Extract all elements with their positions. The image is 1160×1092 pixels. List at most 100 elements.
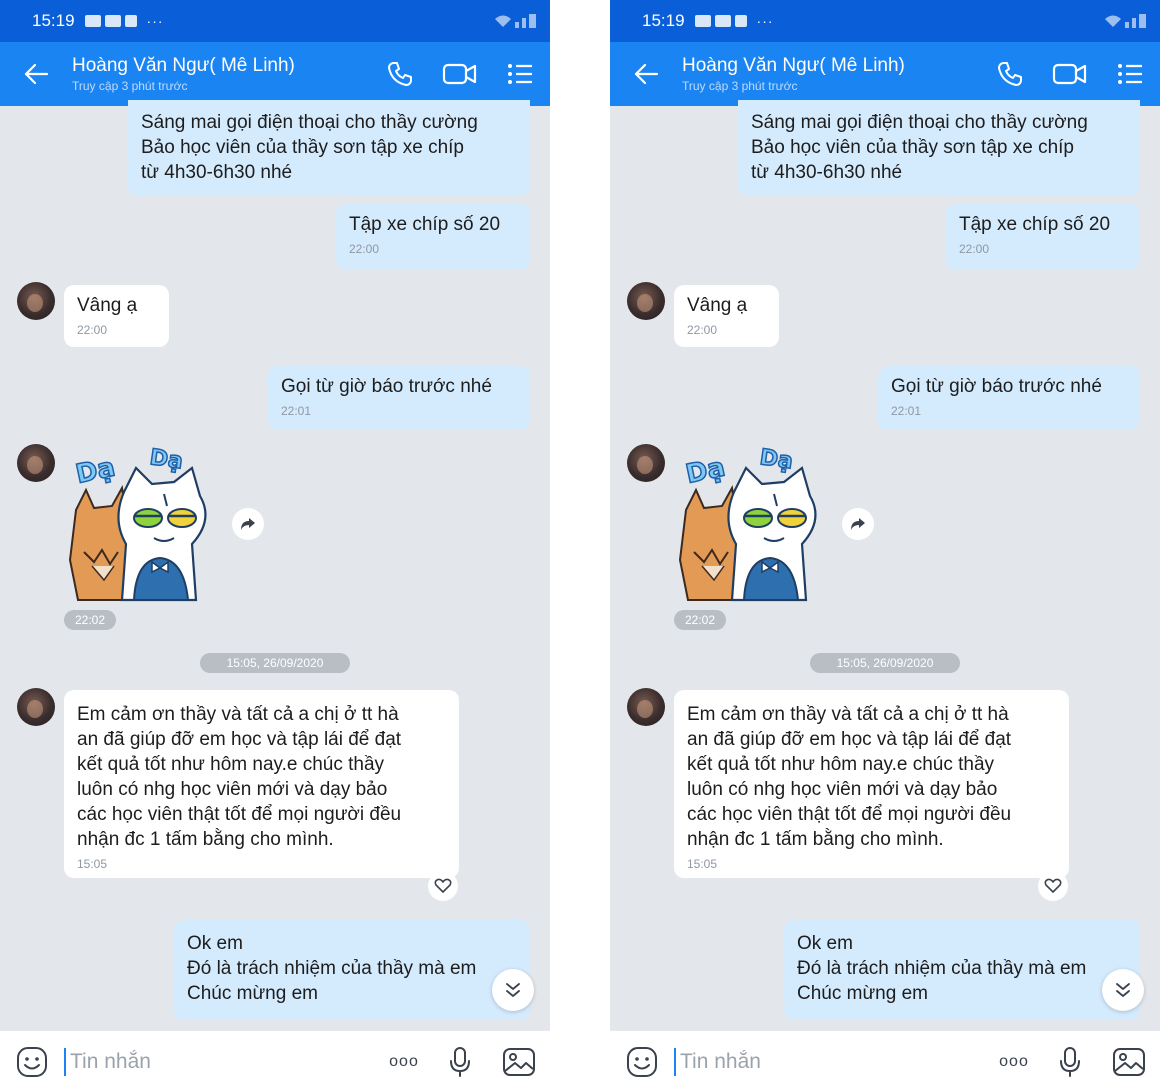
outgoing-message[interactable]: Gọi từ giờ báo trước nhé 22:01 [268, 366, 530, 430]
notification-icons: ··· [694, 13, 774, 29]
last-seen-status: Truy cập 3 phút trước [72, 79, 188, 93]
back-button[interactable] [610, 42, 682, 106]
back-button[interactable] [0, 42, 72, 106]
incoming-message[interactable]: Em cảm ơn thầy và tất cả a chị ở tt hà a… [674, 690, 1069, 878]
message-input[interactable] [64, 1047, 376, 1076]
image-icon [1113, 1047, 1145, 1076]
battery-icon [529, 14, 536, 28]
smiley-icon [17, 1046, 47, 1077]
smiley-icon [627, 1046, 657, 1077]
message-time: 22:01 [891, 404, 922, 418]
sticker-message[interactable]: Dạ Dạ [674, 440, 834, 608]
scroll-to-bottom-button[interactable] [1102, 969, 1144, 1011]
outgoing-message[interactable]: Gọi từ giờ báo trước nhé 22:01 [878, 366, 1140, 430]
message-line: Em cảm ơn thầy và tất cả a chị ở tt hà [687, 704, 1009, 725]
image-picker-button[interactable] [1098, 1031, 1160, 1092]
video-camera-icon [442, 63, 477, 85]
contact-avatar[interactable] [627, 688, 665, 726]
message-line: Đó là trách nhiệm của thầy mà em [187, 958, 477, 979]
notification-icons: ··· [84, 13, 164, 29]
signal-battery-icons [494, 14, 536, 28]
emoji-button[interactable] [0, 1031, 64, 1092]
message-line: các học viên thật tốt để mọi người đều [77, 804, 402, 825]
contact-avatar[interactable] [17, 444, 55, 482]
more-options-button[interactable]: ooo [376, 1031, 432, 1092]
message-text: Tập xe chíp số 20 [959, 214, 1111, 235]
contact-avatar[interactable] [17, 688, 55, 726]
video-camera-icon [1052, 63, 1087, 85]
more-dots-icon: ooo [389, 1052, 419, 1070]
scroll-to-bottom-button[interactable] [492, 969, 534, 1011]
sticker-label: Dạ [148, 445, 184, 474]
more-dots-icon: ooo [999, 1052, 1029, 1070]
incoming-message[interactable]: Vâng ạ 22:00 [674, 285, 779, 347]
outgoing-message[interactable]: Sáng mai gọi điện thoại cho thầy cường B… [738, 100, 1140, 196]
sticker-message[interactable]: Dạ Dạ [64, 440, 224, 608]
message-line: Ok em [187, 933, 243, 954]
share-button[interactable] [232, 508, 264, 540]
last-seen-status: Truy cập 3 phút trước [682, 79, 798, 93]
message-line: Em cảm ơn thầy và tất cả a chị ở tt hà [77, 704, 399, 725]
image-picker-button[interactable] [488, 1031, 550, 1092]
contact-avatar[interactable] [627, 282, 665, 320]
voice-record-button[interactable] [432, 1031, 488, 1092]
outgoing-message[interactable]: Ok em Đó là trách nhiệm của thầy mà em C… [784, 920, 1140, 1020]
outgoing-message[interactable]: Tập xe chíp số 20 22:00 [946, 204, 1140, 270]
share-arrow-icon [851, 518, 865, 530]
contact-name: Hoàng Văn Ngư( Mê Linh) [682, 55, 905, 76]
microphone-icon [450, 1046, 470, 1077]
sticker-label: Dạ [758, 445, 794, 474]
message-line: Bảo học viên của thầy sơn tập xe chíp [141, 137, 464, 158]
incoming-message[interactable]: Vâng ạ 22:00 [64, 285, 169, 347]
list-menu-icon [1118, 64, 1142, 84]
status-time: 15:19 [642, 11, 685, 30]
image-icon [503, 1047, 535, 1076]
facebook-icon [124, 15, 137, 27]
message-time: 22:00 [349, 242, 380, 256]
more-notifications-icon: ··· [146, 13, 164, 29]
message-notification-icon [84, 15, 101, 27]
more-options-button[interactable]: ooo [986, 1031, 1042, 1092]
emoji-button[interactable] [610, 1031, 674, 1092]
outgoing-message[interactable]: Tập xe chíp số 20 22:00 [336, 204, 530, 270]
contact-avatar[interactable] [627, 444, 665, 482]
status-time: 15:19 [32, 11, 75, 30]
wifi-icon [1105, 15, 1121, 27]
message-line: từ 4h30-6h30 nhé [141, 162, 293, 183]
react-button[interactable] [1038, 871, 1068, 901]
outgoing-message[interactable]: Ok em Đó là trách nhiệm của thầy mà em C… [174, 920, 530, 1020]
menu-button[interactable] [490, 42, 550, 106]
double-chevron-down-icon [1116, 983, 1130, 997]
message-input[interactable] [674, 1047, 986, 1076]
signal-icon [522, 18, 526, 28]
contact-info[interactable]: Hoàng Văn Ngư( Mê Linh) Truy cập 3 phút … [72, 55, 370, 93]
message-time-pill: 22:02 [64, 610, 116, 630]
message-line: Bảo học viên của thầy sơn tập xe chíp [751, 137, 1074, 158]
more-notifications-icon: ··· [756, 13, 774, 29]
call-button[interactable] [370, 42, 430, 106]
wifi-icon [495, 15, 511, 27]
message-text: Vâng ạ [687, 295, 748, 316]
incoming-message[interactable]: Em cảm ơn thầy và tất cả a chị ở tt hà a… [64, 690, 459, 878]
share-arrow-icon [241, 518, 255, 530]
contact-avatar[interactable] [17, 282, 55, 320]
message-composer: ooo [610, 1030, 1160, 1092]
status-bar: 15:19 ··· [610, 0, 1160, 42]
menu-button[interactable] [1100, 42, 1160, 106]
react-button[interactable] [428, 871, 458, 901]
phone-icon [998, 62, 1022, 86]
outgoing-message[interactable]: Sáng mai gọi điện thoại cho thầy cường B… [128, 100, 530, 196]
share-button[interactable] [842, 508, 874, 540]
sticker-label: Dạ [683, 453, 728, 490]
contact-info[interactable]: Hoàng Văn Ngư( Mê Linh) Truy cập 3 phút … [682, 55, 980, 93]
cat-fox-sticker: Dạ Dạ [68, 444, 207, 602]
message-time: 22:00 [687, 323, 718, 337]
voice-record-button[interactable] [1042, 1031, 1098, 1092]
signal-icon [1125, 22, 1129, 28]
video-call-button[interactable] [1040, 42, 1100, 106]
message-time: 15:05 [77, 857, 108, 871]
call-button[interactable] [980, 42, 1040, 106]
video-call-button[interactable] [430, 42, 490, 106]
date-divider: 15:05, 26/09/2020 [200, 653, 350, 673]
message-line: an đã giúp đỡ em học và tập lái để đạt [77, 729, 402, 750]
